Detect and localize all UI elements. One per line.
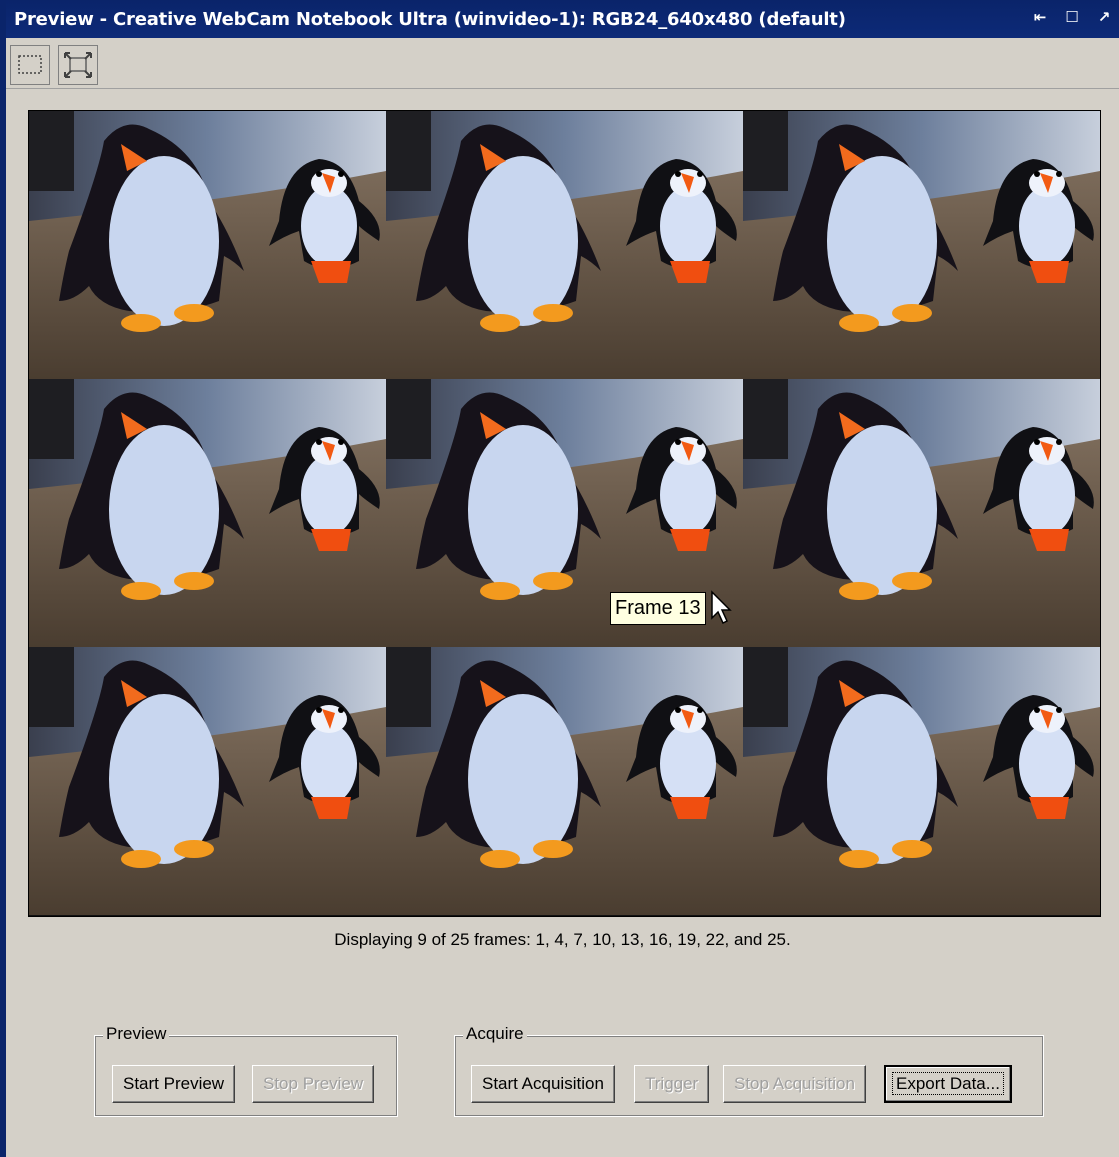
frames-status-text: Displaying 9 of 25 frames: 1, 4, 7, 10, …: [334, 930, 791, 949]
start-preview-button[interactable]: Start Preview: [112, 1065, 236, 1103]
frame-7: [743, 111, 1100, 379]
window-title: Preview - Creative WebCam Notebook Ultra…: [14, 8, 846, 30]
region-select-icon: [18, 55, 42, 74]
acquire-group: Acquire Start Acquisition Trigger Stop A…: [454, 1024, 1044, 1117]
export-data-label: Export Data...: [892, 1072, 1004, 1095]
frame-25: [743, 647, 1100, 915]
acquire-group-label: Acquire: [463, 1024, 527, 1044]
trigger-button[interactable]: Trigger: [634, 1065, 710, 1103]
start-acquisition-button[interactable]: Start Acquisition: [471, 1065, 615, 1103]
frame-1: [29, 111, 386, 379]
frame-16: [743, 379, 1100, 647]
fit-to-window-button[interactable]: [58, 45, 98, 85]
frame-4: [386, 111, 743, 379]
preview-group-label: Preview: [103, 1024, 170, 1044]
frame-19: [29, 647, 386, 915]
preview-window: Preview - Creative WebCam Notebook Ultra…: [0, 0, 1119, 1157]
export-data-button[interactable]: Export Data...: [884, 1065, 1012, 1103]
frame-tooltip: Frame 13: [610, 592, 706, 625]
frame-22: [386, 647, 743, 915]
stop-acquisition-button[interactable]: Stop Acquisition: [723, 1065, 866, 1103]
maximize-icon[interactable]: ☐: [1063, 8, 1081, 26]
fit-to-window-icon: [64, 52, 92, 78]
frame-grid: [28, 110, 1101, 917]
undock-icon[interactable]: ⇤: [1031, 8, 1049, 26]
title-bar[interactable]: Preview - Creative WebCam Notebook Ultra…: [6, 0, 1119, 38]
frame-10: [29, 379, 386, 647]
preview-group: Preview Start Preview Stop Preview: [94, 1024, 398, 1117]
region-select-button[interactable]: [10, 45, 50, 85]
close-icon[interactable]: ↗: [1095, 8, 1113, 26]
mouse-cursor-icon: [711, 590, 732, 625]
stop-preview-button[interactable]: Stop Preview: [252, 1065, 375, 1103]
toolbar: [6, 38, 1119, 89]
